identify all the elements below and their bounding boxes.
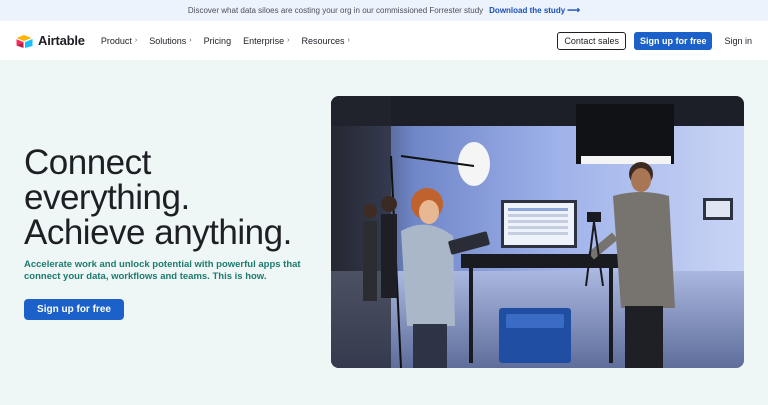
banner-link-label: Download the study [489, 6, 566, 15]
airtable-logo-icon [16, 34, 33, 48]
nav-menu: Product › Solutions › Pricing Enterprise… [101, 36, 350, 46]
banner-text: Discover what data siloes are costing yo… [187, 6, 484, 15]
top-nav: Airtable Product › Solutions › Pricing E… [0, 21, 768, 60]
nav-item-label: Solutions [149, 35, 187, 46]
brand-name: Airtable [38, 33, 85, 48]
chevron-right-icon: › [347, 37, 350, 44]
chevron-right-icon: › [287, 37, 290, 44]
contact-sales-button[interactable]: Contact sales [557, 31, 626, 50]
sign-in-link[interactable]: Sign in [724, 36, 752, 46]
nav-item-label: Product [100, 35, 132, 46]
nav-item-product[interactable]: Product › [101, 36, 137, 46]
hero-title-line: Connect [24, 143, 151, 182]
nav-item-solutions[interactable]: Solutions › [149, 36, 191, 46]
brand-logo[interactable]: Airtable [16, 33, 85, 48]
chevron-right-icon: › [134, 37, 138, 44]
promo-banner: Discover what data siloes are costing yo… [0, 0, 768, 21]
hero-signup-button[interactable]: Sign up for free [24, 299, 124, 320]
nav-item-label: Pricing [203, 35, 232, 46]
hero-title: Connect everything. Achieve anything. [24, 145, 292, 250]
nav-item-label: Enterprise [243, 35, 285, 46]
hero-photo [331, 96, 744, 368]
hero-title-line: everything. [24, 178, 190, 217]
nav-item-resources[interactable]: Resources › [301, 36, 349, 46]
nav-item-label: Resources [301, 35, 345, 46]
chevron-right-icon: › [189, 37, 192, 44]
nav-signup-button[interactable]: Sign up for free [633, 31, 713, 50]
nav-actions: Contact sales Sign up for free Sign in [557, 31, 752, 50]
studio-scene-illustration [331, 96, 744, 368]
nav-item-pricing[interactable]: Pricing [204, 36, 232, 46]
hero-title-line: Achieve anything. [24, 213, 292, 252]
arrow-right-icon: ⟶ [567, 5, 581, 15]
nav-item-enterprise[interactable]: Enterprise › [243, 36, 289, 46]
hero-subtitle: Accelerate work and unlock potential wit… [24, 259, 301, 282]
banner-download-link[interactable]: Download the study ⟶ [489, 5, 580, 16]
